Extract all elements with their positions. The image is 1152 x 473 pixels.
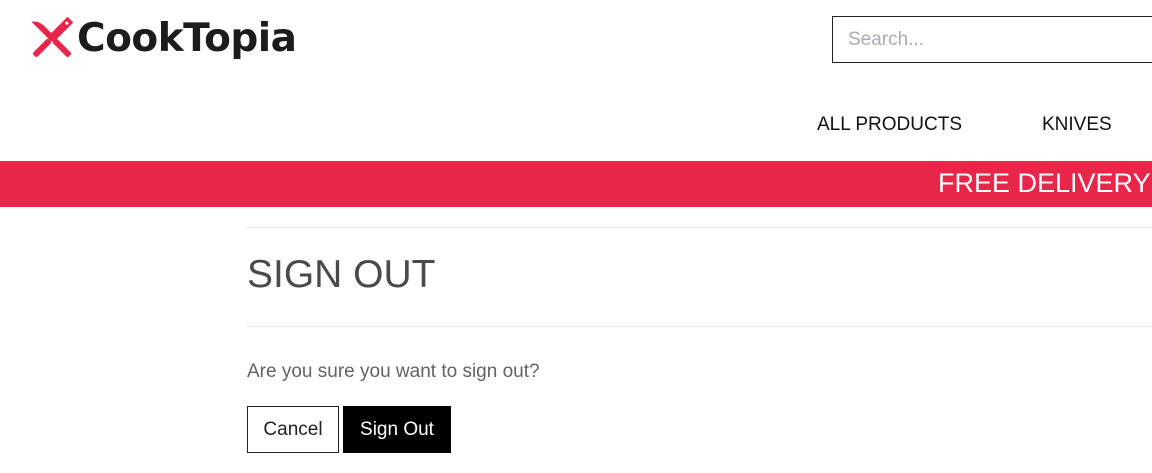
divider-top	[247, 227, 1152, 228]
brand-logo[interactable]: CookTopia	[24, 10, 297, 66]
confirmation-message: Are you sure you want to sign out?	[247, 361, 540, 382]
nav-item-all-products[interactable]: ALL PRODUCTS	[817, 114, 962, 136]
divider-bottom	[247, 326, 1152, 327]
cancel-button[interactable]: Cancel	[247, 406, 339, 453]
crossed-knives-icon	[31, 16, 74, 57]
page-title: SIGN OUT	[247, 253, 436, 296]
search-box	[832, 16, 1152, 63]
sign-out-button[interactable]: Sign Out	[343, 406, 451, 453]
action-buttons: Cancel Sign Out	[247, 406, 1152, 453]
sign-out-panel: SIGN OUT Are you sure you want to sign o…	[247, 227, 1152, 453]
promo-banner: FREE DELIVERY	[0, 161, 1152, 207]
brand-name: CookTopia	[77, 15, 297, 61]
main-nav: ALL PRODUCTS KNIVES	[0, 114, 1152, 142]
site-header: CookTopia ALL PRODUCTS KNIVES	[0, 0, 1152, 160]
search-input[interactable]	[833, 17, 1152, 62]
nav-item-knives[interactable]: KNIVES	[1042, 114, 1112, 136]
promo-banner-text: FREE DELIVERY	[938, 168, 1151, 198]
